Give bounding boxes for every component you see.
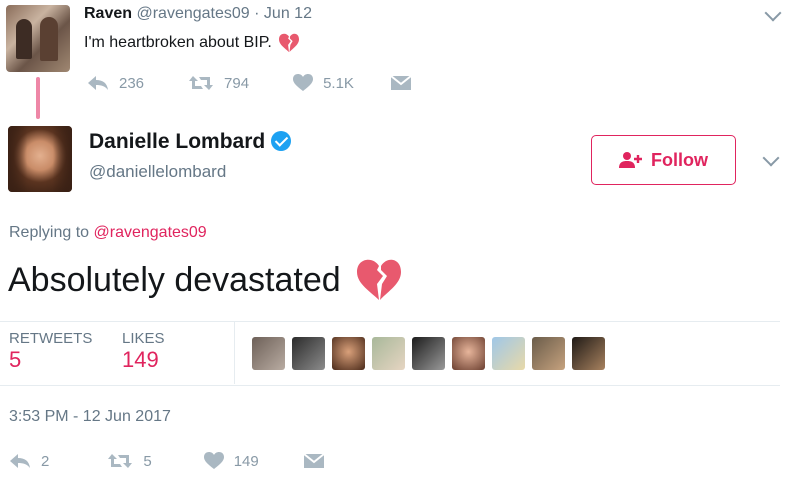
liker-avatar[interactable] bbox=[332, 337, 365, 370]
main-tweet-body: Absolutely devastated bbox=[8, 258, 403, 302]
tweet-timestamp[interactable]: 3:53 PM - 12 Jun 2017 bbox=[9, 408, 171, 426]
main-author-row: Danielle Lombard bbox=[89, 130, 292, 154]
liker-avatar[interactable] bbox=[572, 337, 605, 370]
liker-avatar[interactable] bbox=[372, 337, 405, 370]
reply-tweet-text: I'm heartbroken about BIP. bbox=[84, 34, 272, 51]
reply-action-like[interactable]: 5.1K bbox=[293, 74, 354, 92]
reply-icon bbox=[88, 76, 108, 90]
follow-button[interactable]: Follow bbox=[591, 135, 736, 185]
reply-date[interactable]: Jun 12 bbox=[264, 5, 312, 22]
liker-avatar[interactable] bbox=[292, 337, 325, 370]
reply-count: 236 bbox=[119, 74, 145, 92]
retweets-label: RETWEETS bbox=[9, 330, 93, 347]
main-reply-count: 2 bbox=[41, 452, 50, 470]
heart-icon bbox=[203, 452, 224, 469]
reply-tweet-header: Raven @ravengates09 · Jun 12 bbox=[84, 5, 312, 23]
liker-avatar[interactable] bbox=[452, 337, 485, 370]
stats-divider bbox=[234, 322, 235, 384]
reply-separator: · bbox=[254, 5, 260, 22]
like-count: 5.1K bbox=[323, 74, 354, 92]
broken-heart-emoji bbox=[356, 259, 401, 300]
divider-top bbox=[0, 321, 780, 322]
reply-icon bbox=[10, 454, 30, 468]
chevron-down-icon[interactable] bbox=[764, 4, 782, 22]
main-tweet-actions: 2 5 149 bbox=[9, 452, 325, 470]
reply-tweet-actions: 236 794 5.1K bbox=[87, 74, 412, 92]
divider-bottom bbox=[0, 385, 780, 386]
heart-icon bbox=[293, 74, 314, 91]
main-action-like[interactable]: 149 bbox=[203, 452, 259, 470]
main-action-reply[interactable]: 2 bbox=[9, 453, 49, 470]
verified-badge-icon bbox=[271, 131, 292, 151]
replying-prefix: Replying to bbox=[9, 224, 90, 241]
main-chevron-down-icon[interactable] bbox=[762, 149, 780, 167]
broken-heart-emoji bbox=[278, 33, 299, 53]
likes-stat[interactable]: LIKES 149 bbox=[122, 330, 165, 373]
main-author-handle[interactable]: @daniellelombard bbox=[89, 162, 226, 182]
reply-author-handle[interactable]: @ravengates09 bbox=[136, 5, 249, 22]
retweets-stat[interactable]: RETWEETS 5 bbox=[9, 330, 92, 373]
likes-label: LIKES bbox=[122, 330, 165, 347]
danielle-avatar[interactable] bbox=[8, 126, 72, 192]
retweet-icon bbox=[108, 454, 133, 468]
dm-envelope-icon bbox=[390, 75, 412, 90]
replying-to-line: Replying to @ravengates09 bbox=[9, 224, 207, 242]
main-action-retweet[interactable]: 5 bbox=[107, 452, 152, 470]
follow-label: Follow bbox=[651, 149, 708, 170]
liker-avatar[interactable] bbox=[532, 337, 565, 370]
main-tweet-text: Absolutely devastated bbox=[8, 260, 341, 299]
retweet-count: 794 bbox=[224, 74, 250, 92]
main-author-name[interactable]: Danielle Lombard bbox=[89, 130, 265, 153]
thread-connector bbox=[36, 77, 40, 119]
dm-envelope-icon bbox=[303, 453, 325, 468]
raven-avatar[interactable] bbox=[6, 5, 70, 72]
reply-action-reply[interactable]: 236 bbox=[87, 75, 144, 92]
likes-value: 149 bbox=[122, 347, 159, 372]
follow-user-icon bbox=[619, 152, 642, 168]
main-action-dm[interactable] bbox=[303, 453, 325, 469]
liker-avatar[interactable] bbox=[252, 337, 285, 370]
reply-action-retweet[interactable]: 794 bbox=[188, 75, 249, 92]
main-like-count: 149 bbox=[233, 452, 259, 470]
reply-tweet-body: I'm heartbroken about BIP. bbox=[84, 33, 300, 53]
retweet-icon bbox=[189, 76, 214, 90]
liker-avatar[interactable] bbox=[412, 337, 445, 370]
reply-action-dm[interactable] bbox=[390, 75, 412, 91]
reply-author-name[interactable]: Raven bbox=[84, 5, 132, 22]
main-retweet-count: 5 bbox=[143, 452, 152, 470]
liker-avatar[interactable] bbox=[492, 337, 525, 370]
retweets-value: 5 bbox=[9, 347, 22, 372]
replying-to-handle[interactable]: @ravengates09 bbox=[94, 224, 207, 241]
